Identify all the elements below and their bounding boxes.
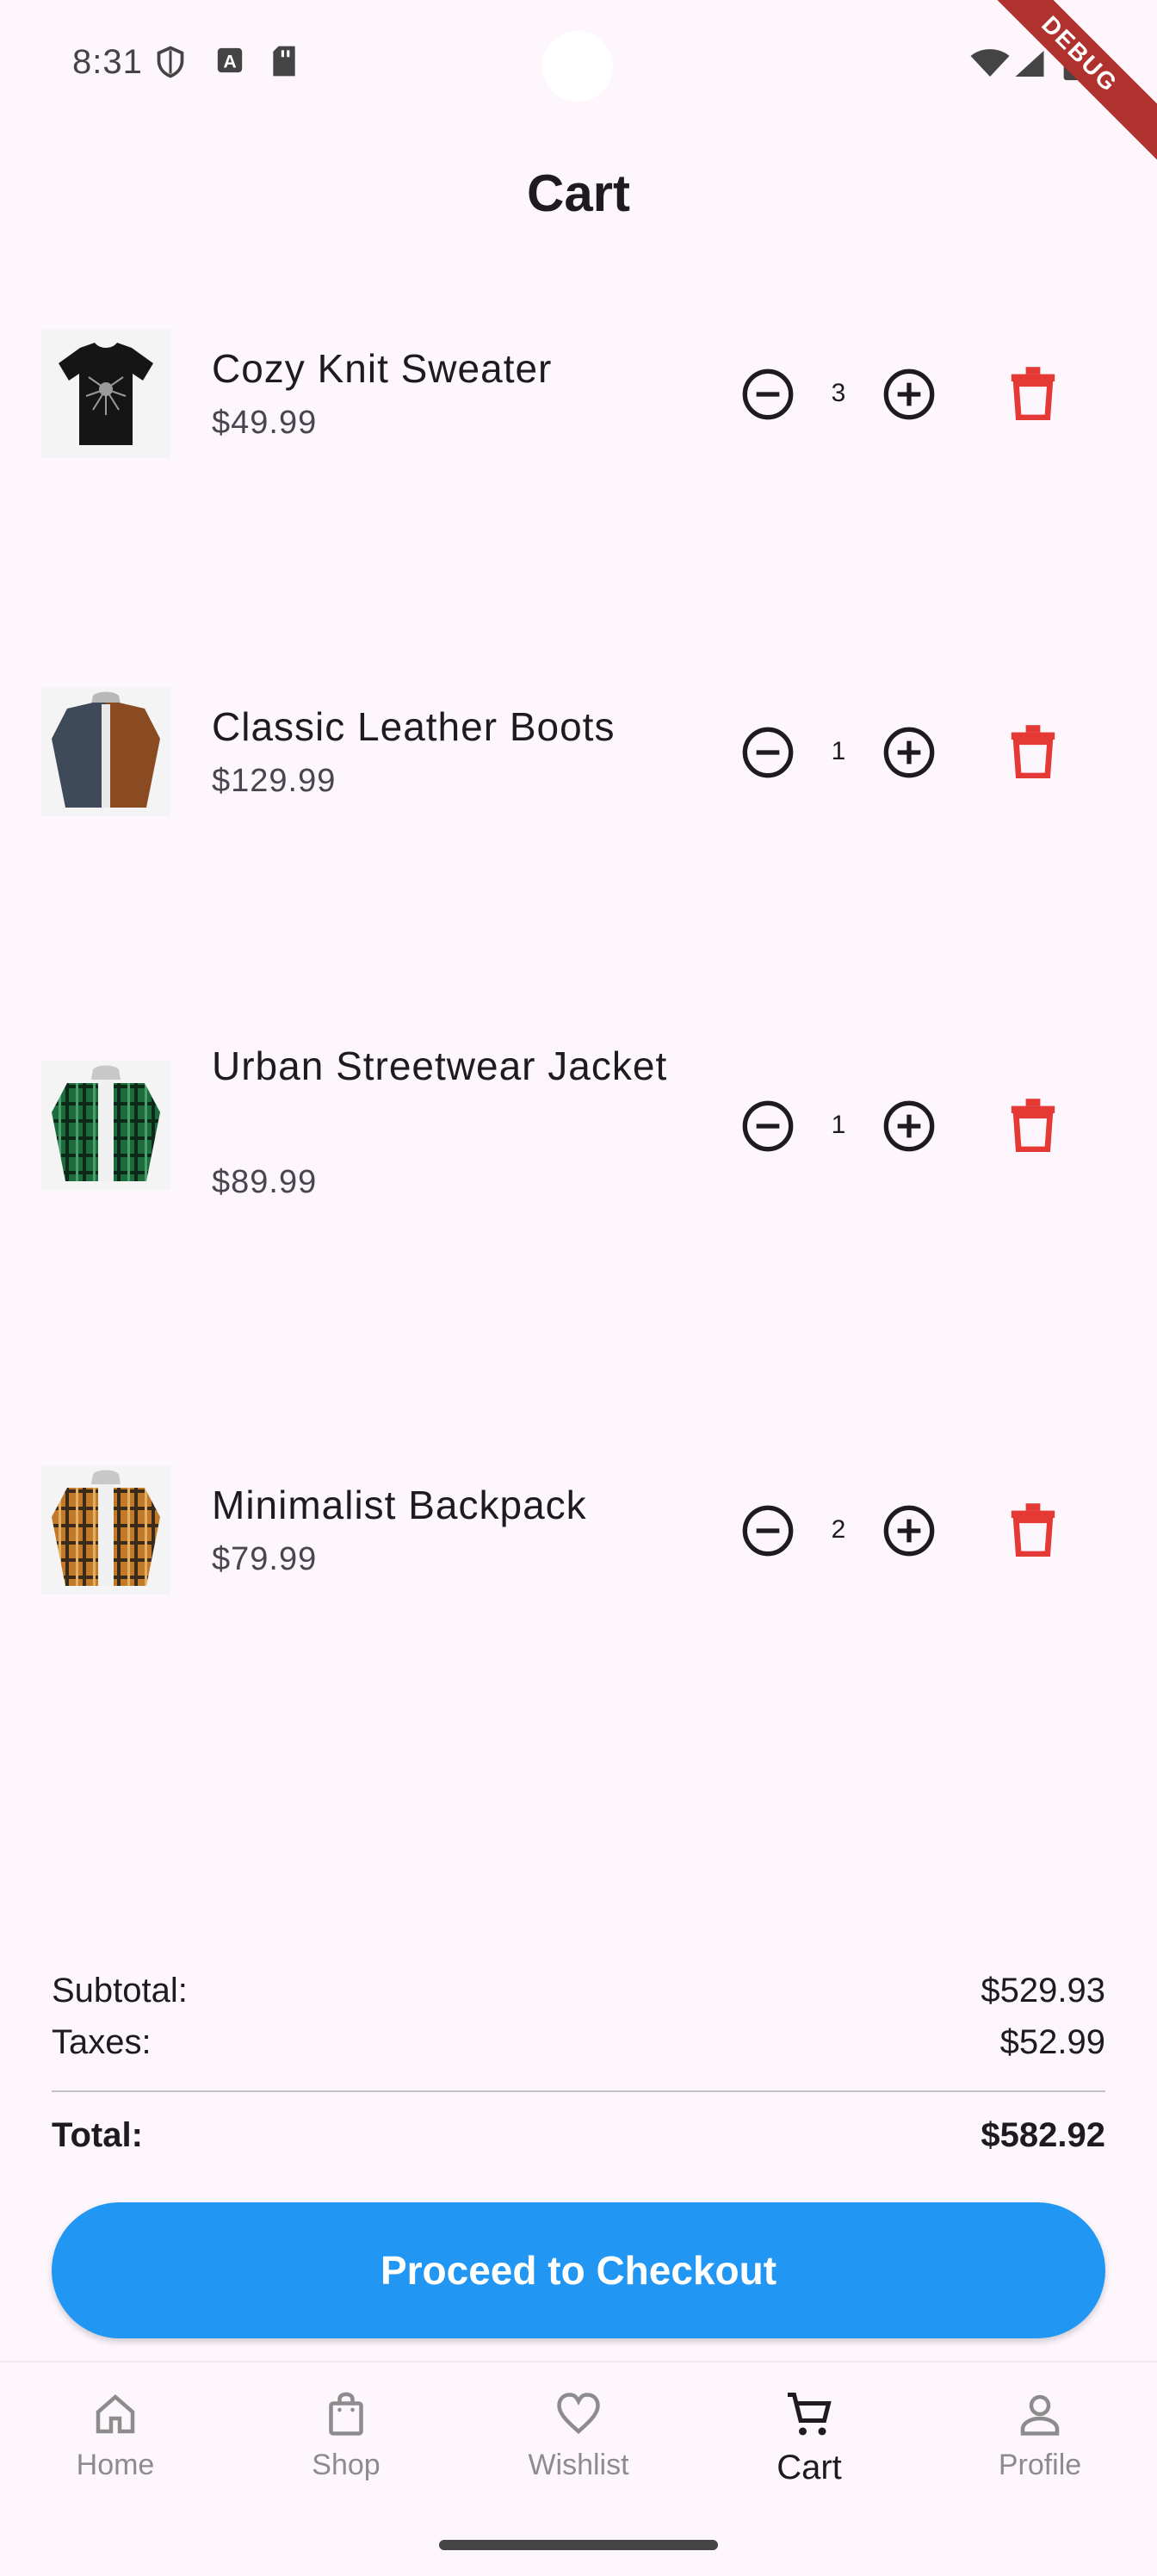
decrease-quantity-button[interactable] (740, 1099, 795, 1154)
item-price: $79.99 (212, 1541, 318, 1577)
status-time: 8:31 (72, 43, 143, 81)
item-price: $89.99 (212, 1164, 318, 1200)
decrease-quantity-button[interactable] (740, 367, 795, 422)
shield-icon (155, 45, 186, 84)
delete-item-button[interactable] (1009, 1099, 1057, 1153)
camera-cutout (542, 31, 613, 102)
cart-item: Minimalist Backpack $79.99 2 (0, 1453, 1157, 1625)
cart-list: Cozy Knit Sweater $49.99 3 Classic Leath… (0, 319, 1157, 1595)
total-value: $582.92 (981, 2116, 1105, 2154)
product-image (41, 687, 170, 816)
nav-item-wishlist[interactable]: Wishlist (492, 2388, 665, 2517)
nav-item-cart[interactable]: Cart (723, 2388, 895, 2517)
item-name: Urban Streetwear Jacket (212, 1043, 668, 1088)
person-icon (954, 2388, 1126, 2440)
quantity-value: 2 (831, 1515, 846, 1544)
signal-icon (1012, 48, 1047, 84)
item-price: $49.99 (212, 405, 318, 441)
delete-item-button[interactable] (1009, 725, 1057, 779)
increase-quantity-button[interactable] (882, 367, 937, 422)
taxes-row: Taxes: $52.99 (52, 2023, 1105, 2062)
order-summary: Subtotal: $529.93 Taxes: $52.99 Total: $… (52, 1972, 1105, 2161)
nav-label-shop: Shop (312, 2449, 381, 2481)
quantity-value: 3 (831, 379, 846, 407)
quantity-value: 1 (831, 1111, 846, 1139)
item-name: Minimalist Backpack (212, 1483, 587, 1527)
decrease-quantity-button[interactable] (740, 725, 795, 780)
proceed-to-checkout-button[interactable]: Proceed to Checkout (52, 2202, 1105, 2338)
nav-item-shop[interactable]: Shop (260, 2388, 432, 2517)
cart-item: Classic Leather Boots $129.99 1 (0, 677, 1157, 849)
svg-text:A: A (223, 52, 236, 72)
product-image (41, 1061, 170, 1190)
nav-label-home: Home (76, 2449, 155, 2481)
wifi-icon (969, 48, 1011, 84)
nav-item-profile[interactable]: Profile (954, 2388, 1126, 2517)
subtotal-value: $529.93 (981, 1972, 1105, 2009)
subtotal-row: Subtotal: $529.93 (52, 1972, 1105, 2010)
subtotal-label: Subtotal: (52, 1972, 188, 2009)
cart-item: Urban Streetwear Jacket $89.99 1 (0, 1035, 1157, 1238)
item-price: $129.99 (212, 763, 337, 799)
quantity-value: 1 (831, 737, 846, 765)
nav-label-profile: Profile (998, 2449, 1082, 2481)
increase-quantity-button[interactable] (882, 1503, 937, 1558)
home-icon (29, 2388, 201, 2440)
product-image (41, 1465, 170, 1595)
heart-icon (492, 2388, 665, 2440)
shopping-bag-icon (260, 2388, 432, 2440)
nav-label-cart: Cart (776, 2449, 842, 2486)
sd-card-icon (270, 45, 298, 82)
item-name: Classic Leather Boots (212, 704, 616, 749)
home-indicator[interactable] (439, 2540, 718, 2550)
total-label: Total: (52, 2116, 143, 2154)
cart-icon (723, 2388, 895, 2440)
text-a-icon: A (215, 45, 244, 80)
delete-item-button[interactable] (1009, 367, 1057, 421)
item-name: Cozy Knit Sweater (212, 346, 553, 391)
delete-item-button[interactable] (1009, 1503, 1057, 1557)
increase-quantity-button[interactable] (882, 1099, 937, 1154)
summary-divider (52, 2090, 1105, 2092)
taxes-value: $52.99 (999, 2023, 1105, 2061)
nav-label-wishlist: Wishlist (528, 2449, 629, 2481)
cart-item: Cozy Knit Sweater $49.99 3 (0, 319, 1157, 491)
status-bar: 8:31 A DEBUG (0, 0, 1157, 160)
decrease-quantity-button[interactable] (740, 1503, 795, 1558)
increase-quantity-button[interactable] (882, 725, 937, 780)
page-title: Cart (526, 164, 631, 222)
nav-item-home[interactable]: Home (29, 2388, 201, 2517)
product-image (41, 329, 170, 458)
taxes-label: Taxes: (52, 2023, 152, 2061)
total-row: Total: $582.92 (52, 2116, 1105, 2155)
